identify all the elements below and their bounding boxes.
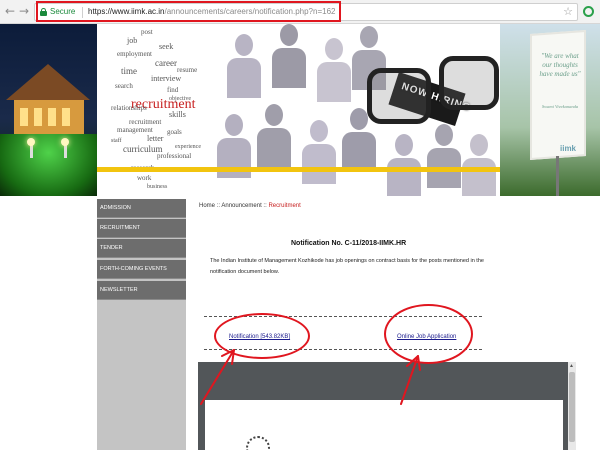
breadcrumb: Home :: Announcement :: Recruitment xyxy=(199,203,301,209)
browser-window: ← → Secure https://www.iimk.ac.in/announ… xyxy=(0,0,600,450)
notification-link-highlight xyxy=(214,313,310,359)
breadcrumb-section[interactable]: Announcement xyxy=(221,203,261,209)
page-title: Notification No. C-11/2018-IIMK.HR xyxy=(291,240,407,247)
word-cloud-word: goals xyxy=(167,128,182,136)
campus-photo xyxy=(0,24,97,196)
word-cloud-word: recruitment xyxy=(129,118,162,126)
breadcrumb-current: Recruitment xyxy=(268,203,301,209)
word-cloud-word: business xyxy=(147,184,168,190)
word-cloud-word: interview xyxy=(151,74,182,83)
word-cloud-word: post xyxy=(141,28,153,36)
forward-arrow-icon[interactable]: → xyxy=(18,4,30,18)
scroll-up-icon[interactable]: ▲ xyxy=(569,363,574,369)
word-cloud-word: seek xyxy=(159,42,174,51)
quote-board-photo: "We are what our thoughts have made us" … xyxy=(500,24,600,196)
word-cloud-word: management xyxy=(117,126,153,134)
board-attribution: Swami Vivekananda xyxy=(541,104,579,109)
board-quote: "We are what our thoughts have made us" xyxy=(539,52,581,78)
eyeglasses-icon xyxy=(367,50,500,150)
word-cloud-word: time xyxy=(121,66,137,76)
word-cloud-word: career xyxy=(155,58,177,68)
word-cloud-word: search xyxy=(115,82,133,90)
sidebar-item-recruitment[interactable]: RECRUITMENT xyxy=(97,219,186,238)
word-cloud-word: skills xyxy=(169,110,186,119)
word-cloud-word: work xyxy=(137,174,152,182)
sidebar-item-admission[interactable]: ADMISSION xyxy=(97,199,186,218)
word-cloud-word: resume xyxy=(177,66,198,74)
word-cloud-word: professional xyxy=(157,152,192,160)
back-arrow-icon[interactable]: ← xyxy=(4,4,16,18)
extension-icon[interactable] xyxy=(583,6,594,17)
word-cloud-word: find xyxy=(167,86,179,94)
sidebar-item-newsletter[interactable]: NEWSLETTER xyxy=(97,281,186,300)
notification-description: The Indian Institute of Management Kozhi… xyxy=(210,258,484,275)
word-cloud-word: letter xyxy=(147,134,164,143)
word-cloud-word: job xyxy=(127,36,138,45)
breadcrumb-separator: :: xyxy=(263,203,267,209)
word-cloud-word: employment xyxy=(117,50,152,58)
board-logo: iimk xyxy=(560,144,577,153)
word-cloud-word: relationships xyxy=(111,104,147,112)
word-cloud-word: staff xyxy=(111,138,122,144)
breadcrumb-home[interactable]: Home xyxy=(199,203,215,209)
url-highlight-box xyxy=(36,1,341,22)
banner-divider xyxy=(97,167,500,172)
sidebar-item-tender[interactable]: TENDER xyxy=(97,239,186,258)
pdf-scrollbar[interactable]: ▲ xyxy=(568,362,576,450)
sidebar-menu: ADMISSION RECRUITMENT TENDER FORTH-COMIN… xyxy=(97,199,186,450)
application-link-highlight xyxy=(384,304,473,364)
scroll-thumb[interactable] xyxy=(569,372,575,442)
word-cloud-word: experience xyxy=(175,144,201,150)
quote-board xyxy=(530,30,586,160)
breadcrumb-separator: :: xyxy=(216,203,221,209)
word-cloud-word: objective xyxy=(169,96,191,102)
star-icon[interactable]: ☆ xyxy=(563,5,573,18)
sidebar-item-events[interactable]: FORTH-COMING EVENTS xyxy=(97,260,186,279)
